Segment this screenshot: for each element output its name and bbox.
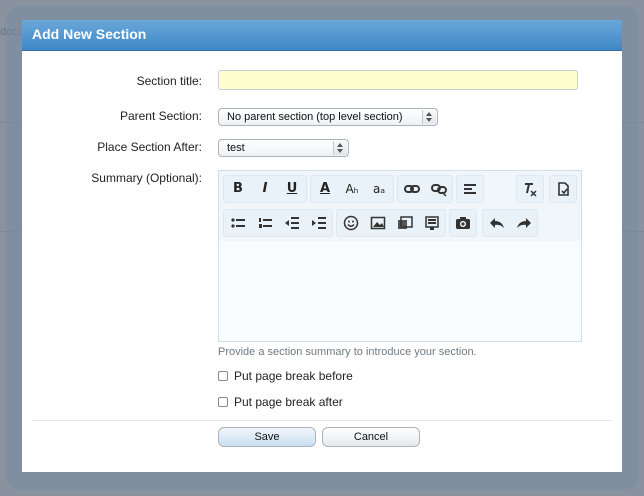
place-after-label: Place Section After: xyxy=(97,140,202,154)
summary-editor: B I U A Aₕ aₐ xyxy=(218,170,582,342)
text-color-icon[interactable]: A xyxy=(312,176,338,202)
font-family-icon[interactable]: aₐ xyxy=(366,176,392,202)
summary-editor-area[interactable] xyxy=(219,241,581,341)
outdent-icon[interactable] xyxy=(279,210,305,236)
add-section-dialog: Add New Section Section title: Parent Se… xyxy=(22,20,622,472)
unlink-icon[interactable] xyxy=(426,176,452,202)
link-group xyxy=(397,175,453,203)
parent-section-value: No parent section (top level section) xyxy=(227,111,403,123)
summary-label: Summary (Optional): xyxy=(91,171,202,185)
media-icon[interactable] xyxy=(392,210,418,236)
section-title-input[interactable] xyxy=(218,70,578,90)
underline-icon[interactable]: U xyxy=(279,176,305,202)
bullet-list-icon[interactable] xyxy=(225,210,251,236)
camera-icon[interactable] xyxy=(450,210,476,236)
format-group: B I U xyxy=(223,175,307,203)
page-break-after-checkbox[interactable] xyxy=(218,397,228,407)
numbered-list-icon[interactable] xyxy=(252,210,278,236)
template-icon[interactable] xyxy=(419,210,445,236)
place-after-select[interactable]: test xyxy=(218,139,349,157)
editor-toolbar: B I U A Aₕ aₐ xyxy=(219,171,581,242)
paste-icon[interactable] xyxy=(550,176,576,202)
font-size-icon[interactable]: Aₕ xyxy=(339,176,365,202)
save-button[interactable]: Save xyxy=(218,427,316,447)
paste-group xyxy=(549,175,577,203)
camera-group xyxy=(449,209,477,237)
dialog-divider xyxy=(32,420,612,421)
select-arrow-icon xyxy=(422,110,436,124)
parent-section-label: Parent Section: xyxy=(119,109,202,123)
parent-section-select[interactable]: No parent section (top level section) xyxy=(218,108,438,126)
clear-format-icon[interactable] xyxy=(517,176,543,202)
page-break-before-checkbox[interactable] xyxy=(218,371,228,381)
redo-icon[interactable] xyxy=(511,210,537,236)
image-icon[interactable] xyxy=(365,210,391,236)
cancel-button[interactable]: Cancel xyxy=(322,427,420,447)
align-icon[interactable] xyxy=(457,176,483,202)
text-style-group: A Aₕ aₐ xyxy=(310,175,394,203)
select-arrow-icon xyxy=(333,141,347,155)
clear-group xyxy=(516,175,544,203)
smiley-icon[interactable] xyxy=(338,210,364,236)
indent-icon[interactable] xyxy=(306,210,332,236)
section-title-label: Section title: xyxy=(136,74,202,88)
page-break-before-label: Put page break before xyxy=(234,369,353,383)
list-group xyxy=(223,209,333,237)
italic-icon[interactable]: I xyxy=(252,176,278,202)
dialog-title: Add New Section xyxy=(32,26,147,42)
undo-icon[interactable] xyxy=(484,210,510,236)
summary-hint: Provide a section summary to introduce y… xyxy=(218,346,477,358)
history-group xyxy=(482,209,538,237)
dialog-titlebar: Add New Section xyxy=(22,20,622,51)
align-group xyxy=(456,175,484,203)
page-break-after-label: Put page break after xyxy=(234,395,343,409)
insert-group xyxy=(336,209,446,237)
place-after-value: test xyxy=(227,142,245,154)
bold-icon[interactable]: B xyxy=(225,176,251,202)
link-icon[interactable] xyxy=(399,176,425,202)
